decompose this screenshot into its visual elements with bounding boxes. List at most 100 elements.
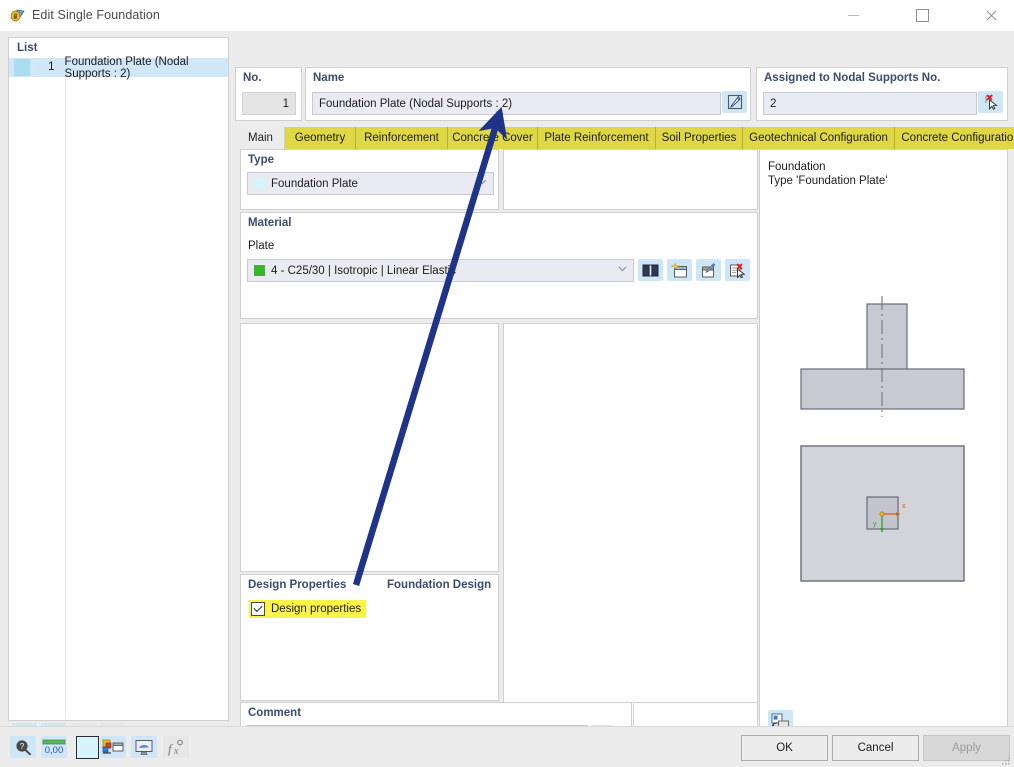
- color-swatch-icon: [75, 735, 99, 759]
- preview-title-line1: Foundation: [768, 161, 826, 173]
- assigned-label: Assigned to Nodal Supports No.: [764, 72, 941, 84]
- foundation-icon: [9, 7, 26, 24]
- assigned-pick-button[interactable]: [978, 91, 1003, 113]
- list-item[interactable]: 1 Foundation Plate (Nodal Supports : 2): [9, 55, 228, 80]
- svg-text:x: x: [173, 746, 179, 756]
- chevron-down-icon: [618, 266, 627, 274]
- list-column-separator: [65, 77, 66, 719]
- number-label: No.: [243, 72, 262, 84]
- tab-main[interactable]: Main: [237, 127, 285, 149]
- middle-right-placeholder: [503, 323, 758, 746]
- material-color-swatch: [254, 265, 265, 276]
- pick-cursor-icon: [985, 94, 998, 110]
- edit-single-foundation-dialog: Edit Single Foundation List 1 Foundation…: [0, 0, 1014, 767]
- tab-geotechnical-configuration[interactable]: Geotechnical Configuration: [743, 127, 895, 149]
- book-icon: [642, 264, 659, 277]
- middle-left-placeholder: [240, 323, 499, 572]
- name-edit-button[interactable]: [722, 91, 747, 113]
- list-header-label: List: [17, 42, 38, 54]
- foundation-plan-drawing: x y: [800, 445, 965, 582]
- tab-soil-properties[interactable]: Soil Properties: [656, 127, 743, 149]
- new-item-icon: [671, 262, 687, 277]
- type-color-swatch: [254, 178, 265, 189]
- type-title: Type: [248, 154, 274, 166]
- ok-button[interactable]: OK: [741, 735, 828, 761]
- assigned-value: 2: [770, 97, 777, 110]
- chevron-down-icon: [478, 179, 487, 187]
- foundation-design-subtitle: Foundation Design: [387, 579, 492, 591]
- minimize-button[interactable]: [830, 0, 876, 31]
- foundation-elevation-drawing: [800, 296, 965, 417]
- tab-geometry[interactable]: Geometry: [285, 127, 356, 149]
- help-button[interactable]: ?: [10, 736, 36, 758]
- type-right-placeholder: [503, 149, 758, 210]
- window-title: Edit Single Foundation: [32, 8, 160, 22]
- dialog-body: List 1 Foundation Plate (Nodal Supports …: [0, 31, 1014, 748]
- assigned-nodal-supports-panel: Assigned to Nodal Supports No. 2: [756, 67, 1008, 121]
- formula-button: f x: [163, 736, 189, 758]
- design-properties-group: Design Properties Foundation Design Desi…: [240, 574, 499, 701]
- svg-text:x: x: [902, 503, 906, 510]
- tab-reinforcement[interactable]: Reinforcement: [356, 127, 448, 149]
- name-input[interactable]: Foundation Plate (Nodal Supports : 2): [312, 92, 721, 115]
- name-value: Foundation Plate (Nodal Supports : 2): [319, 97, 513, 110]
- title-bar: Edit Single Foundation: [0, 0, 1014, 32]
- material-library-button[interactable]: [638, 259, 663, 281]
- list-item-label: Foundation Plate (Nodal Supports : 2): [64, 55, 189, 80]
- comment-title: Comment: [248, 707, 302, 719]
- material-title: Material: [248, 217, 292, 229]
- foundation-list-panel: List 1 Foundation Plate (Nodal Supports …: [8, 37, 229, 721]
- svg-text:0,00: 0,00: [45, 745, 64, 755]
- type-select[interactable]: Foundation Plate: [247, 172, 494, 195]
- question-magnifier-icon: ?: [15, 740, 31, 755]
- preview-title-line2: Type 'Foundation Plate': [768, 175, 888, 187]
- display-properties-button[interactable]: [100, 736, 126, 758]
- edit-item-icon: [702, 262, 716, 277]
- tab-concrete-cover[interactable]: Concrete Cover: [448, 127, 538, 149]
- name-label: Name: [313, 72, 345, 84]
- resize-grip[interactable]: [1001, 755, 1011, 765]
- monitor-icon: [135, 739, 153, 755]
- preview-title: Foundation Type 'Foundation Plate': [768, 160, 887, 188]
- close-button[interactable]: [968, 0, 1014, 31]
- plate-material-value: 4 - C25/30 | Isotropic | Linear Elastic: [271, 264, 456, 277]
- svg-text:y: y: [873, 521, 877, 528]
- cancel-button[interactable]: Cancel: [832, 735, 919, 761]
- fx-icon: f x: [168, 739, 183, 756]
- name-panel: Name Foundation Plate (Nodal Supports : …: [305, 67, 751, 121]
- pick-item-icon: [730, 262, 746, 278]
- units-button[interactable]: 0,00: [41, 736, 67, 758]
- visibility-button[interactable]: [131, 736, 157, 758]
- numeric-000-icon: 0,00: [42, 739, 66, 755]
- material-group: Material Plate 4 - C25/30 | Isotropic | …: [240, 212, 758, 319]
- plate-label: Plate: [248, 240, 275, 252]
- foundation-preview-panel: Foundation Type 'Foundation Plate' x y: [759, 149, 1008, 748]
- list-item-color-swatch: [14, 59, 31, 76]
- number-panel: No. 1: [235, 67, 302, 121]
- design-properties-checkbox[interactable]: [251, 602, 265, 616]
- color-button[interactable]: [74, 735, 100, 759]
- tab-plate-reinforcement[interactable]: Plate Reinforcement: [538, 127, 656, 149]
- design-properties-checkbox-label: Design properties: [271, 603, 362, 615]
- svg-text:?: ?: [19, 742, 24, 751]
- minimize-icon: [847, 15, 859, 16]
- edit-material-button[interactable]: [696, 259, 721, 281]
- close-icon: [985, 10, 997, 22]
- maximize-icon: [915, 9, 929, 22]
- number-field: 1: [242, 92, 296, 115]
- display-props-icon: [102, 739, 124, 754]
- tab-strip: Main Geometry Reinforcement Concrete Cov…: [237, 127, 1014, 149]
- design-properties-title: Design Properties: [248, 579, 347, 591]
- pick-material-button[interactable]: [725, 259, 750, 281]
- assigned-input[interactable]: 2: [763, 92, 977, 115]
- design-properties-checkbox-row[interactable]: Design properties: [249, 600, 367, 618]
- plate-material-select[interactable]: 4 - C25/30 | Isotropic | Linear Elastic: [247, 259, 634, 282]
- number-value: 1: [282, 97, 289, 110]
- list-item-number: 1: [34, 58, 59, 77]
- apply-button: Apply: [923, 735, 1010, 761]
- type-value: Foundation Plate: [271, 177, 358, 190]
- type-group: Type Foundation Plate: [240, 149, 499, 210]
- maximize-button[interactable]: [899, 0, 945, 31]
- new-material-button[interactable]: [667, 259, 692, 281]
- tab-concrete-configuration[interactable]: Concrete Configuration: [895, 127, 1014, 149]
